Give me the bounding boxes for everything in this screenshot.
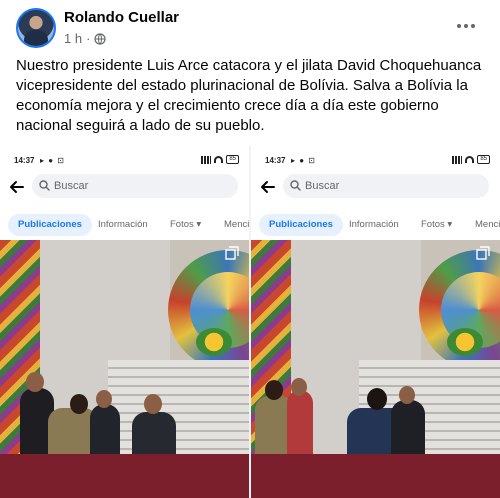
flower-arrangement: [447, 328, 483, 356]
meta-separator: ·: [86, 31, 91, 46]
status-icons: ▸ ● ⊡: [40, 156, 65, 165]
battery-icon: 85: [226, 155, 239, 164]
status-system-icons: 85: [452, 155, 490, 164]
post-time[interactable]: 1 h: [64, 31, 82, 46]
tab-fotos[interactable]: Fotos ▾: [170, 214, 201, 236]
status-system-icons: 85: [201, 155, 239, 164]
event-photo[interactable]: [251, 240, 500, 498]
status-time: 14:37: [14, 156, 35, 165]
search-input[interactable]: Buscar: [283, 174, 489, 198]
tab-menciones[interactable]: Menci: [475, 214, 500, 236]
tab-informacion[interactable]: Información: [349, 214, 399, 236]
search-icon: [290, 180, 301, 191]
wifi-icon: [465, 156, 475, 163]
author-avatar[interactable]: [16, 8, 56, 48]
author-name[interactable]: Rolando Cuellar: [64, 9, 179, 26]
person-head: [70, 394, 88, 414]
tab-publicaciones[interactable]: Publicaciones: [8, 214, 92, 236]
expand-icon: [225, 246, 239, 260]
search-input[interactable]: Buscar: [32, 174, 238, 198]
tab-menciones[interactable]: Menci: [224, 214, 249, 236]
person-head: [291, 378, 307, 396]
person-head: [399, 386, 415, 404]
profile-tabs: Publicaciones Información Fotos ▾ Menci: [251, 206, 500, 240]
signal-icon: [201, 155, 212, 164]
search-placeholder: Buscar: [305, 180, 340, 192]
battery-icon: 85: [477, 155, 490, 164]
profile-tabs: Publicaciones Información Fotos ▾ Menci: [0, 206, 249, 240]
back-arrow-icon[interactable]: [259, 178, 277, 196]
more-dot: [457, 24, 461, 28]
globe-icon[interactable]: [94, 32, 107, 45]
screenshot-right[interactable]: 14:37 ▸ ● ⊡ 85 Buscar Publicaciones Info…: [251, 146, 500, 498]
person-head: [26, 372, 44, 392]
signal-icon: [452, 155, 463, 164]
status-time: 14:37: [265, 156, 286, 165]
more-options-icon[interactable]: [454, 14, 478, 38]
back-arrow-icon[interactable]: [8, 178, 26, 196]
tab-informacion[interactable]: Información: [98, 214, 148, 236]
post-text: Nuestro presidente Luis Arce catacora y …: [16, 57, 482, 134]
phone-status-bar: 14:37 ▸ ● ⊡ 85: [0, 146, 249, 172]
post-images[interactable]: 14:37 ▸ ● ⊡ 85 Buscar Publicaciones Info…: [0, 146, 500, 498]
search-bar: Buscar: [0, 172, 249, 206]
tab-publicaciones[interactable]: Publicaciones: [259, 214, 343, 236]
status-icons: ▸ ● ⊡: [291, 156, 316, 165]
more-dot: [471, 24, 475, 28]
expand-icon: [476, 246, 490, 260]
search-placeholder: Buscar: [54, 180, 89, 192]
head-table: [251, 454, 500, 498]
post-meta: 1 h ·: [64, 31, 107, 46]
person: [391, 400, 425, 460]
screenshot-left[interactable]: 14:37 ▸ ● ⊡ 85 Buscar Publicaciones Info…: [0, 146, 249, 498]
post-header: Rolando Cuellar 1 h ·: [0, 0, 500, 56]
person-head: [144, 394, 162, 414]
wifi-icon: [214, 156, 224, 163]
tab-fotos[interactable]: Fotos ▾: [421, 214, 452, 236]
person-head: [265, 380, 283, 400]
phone-status-bar: 14:37 ▸ ● ⊡ 85: [251, 146, 500, 172]
more-dot: [464, 24, 468, 28]
search-bar: Buscar: [251, 172, 500, 206]
person-head: [367, 388, 387, 410]
person: [287, 390, 313, 460]
flower-arrangement: [196, 328, 232, 356]
head-table: [0, 454, 249, 498]
event-photo[interactable]: [0, 240, 249, 498]
person-head: [96, 390, 112, 408]
search-icon: [39, 180, 50, 191]
